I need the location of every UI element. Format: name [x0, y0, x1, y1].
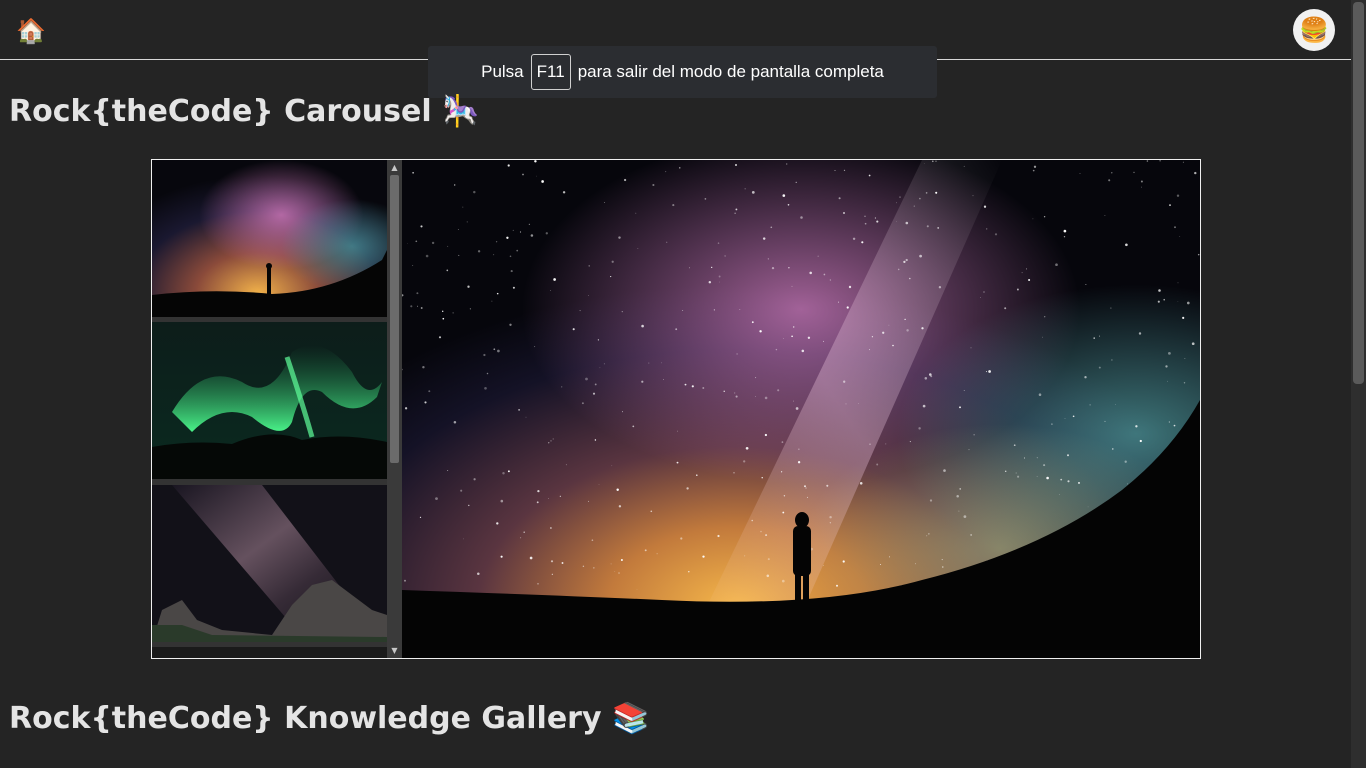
- image-carousel: ▲ ▼: [151, 159, 1201, 659]
- fullscreen-notice-suffix: para salir del modo de pantalla completa: [577, 62, 884, 81]
- main-carousel-image: [402, 160, 1200, 658]
- page-scrollbar[interactable]: [1351, 0, 1366, 768]
- hamburger-menu-button[interactable]: 🍔: [1293, 9, 1335, 51]
- page-scrollbar-thumb[interactable]: [1353, 2, 1364, 384]
- scroll-up-arrow-icon[interactable]: ▲: [387, 160, 402, 175]
- hamburger-icon: 🍔: [1299, 16, 1329, 44]
- carousel-title: Rock{theCode} Carousel: [9, 94, 432, 129]
- thumbnail-partial[interactable]: [152, 647, 387, 658]
- thumbnail-milky-way-person[interactable]: [152, 160, 387, 317]
- thumbnail-aurora[interactable]: [152, 322, 387, 479]
- books-icon: 📚: [611, 701, 650, 736]
- thumbnail-list[interactable]: ▲ ▼: [152, 160, 402, 658]
- home-icon[interactable]: 🏠: [16, 16, 46, 46]
- gallery-heading: Rock{theCode} Knowledge Gallery 📚: [9, 701, 649, 736]
- fullscreen-notice-prefix: Pulsa: [481, 62, 524, 81]
- carousel-heading: Rock{theCode} Carousel 🎠: [9, 94, 479, 129]
- scroll-down-arrow-icon[interactable]: ▼: [387, 643, 402, 658]
- fullscreen-notice: Pulsa F11 para salir del modo de pantall…: [428, 46, 937, 98]
- thumbnail-scrollbar[interactable]: ▲ ▼: [387, 160, 402, 658]
- thumbnail-milky-way-rocks[interactable]: [152, 485, 387, 642]
- scrollbar-thumb[interactable]: [390, 175, 399, 463]
- f11-key-badge: F11: [530, 54, 571, 90]
- gallery-title: Rock{theCode} Knowledge Gallery: [9, 701, 602, 736]
- carousel-icon: 🎠: [442, 94, 480, 129]
